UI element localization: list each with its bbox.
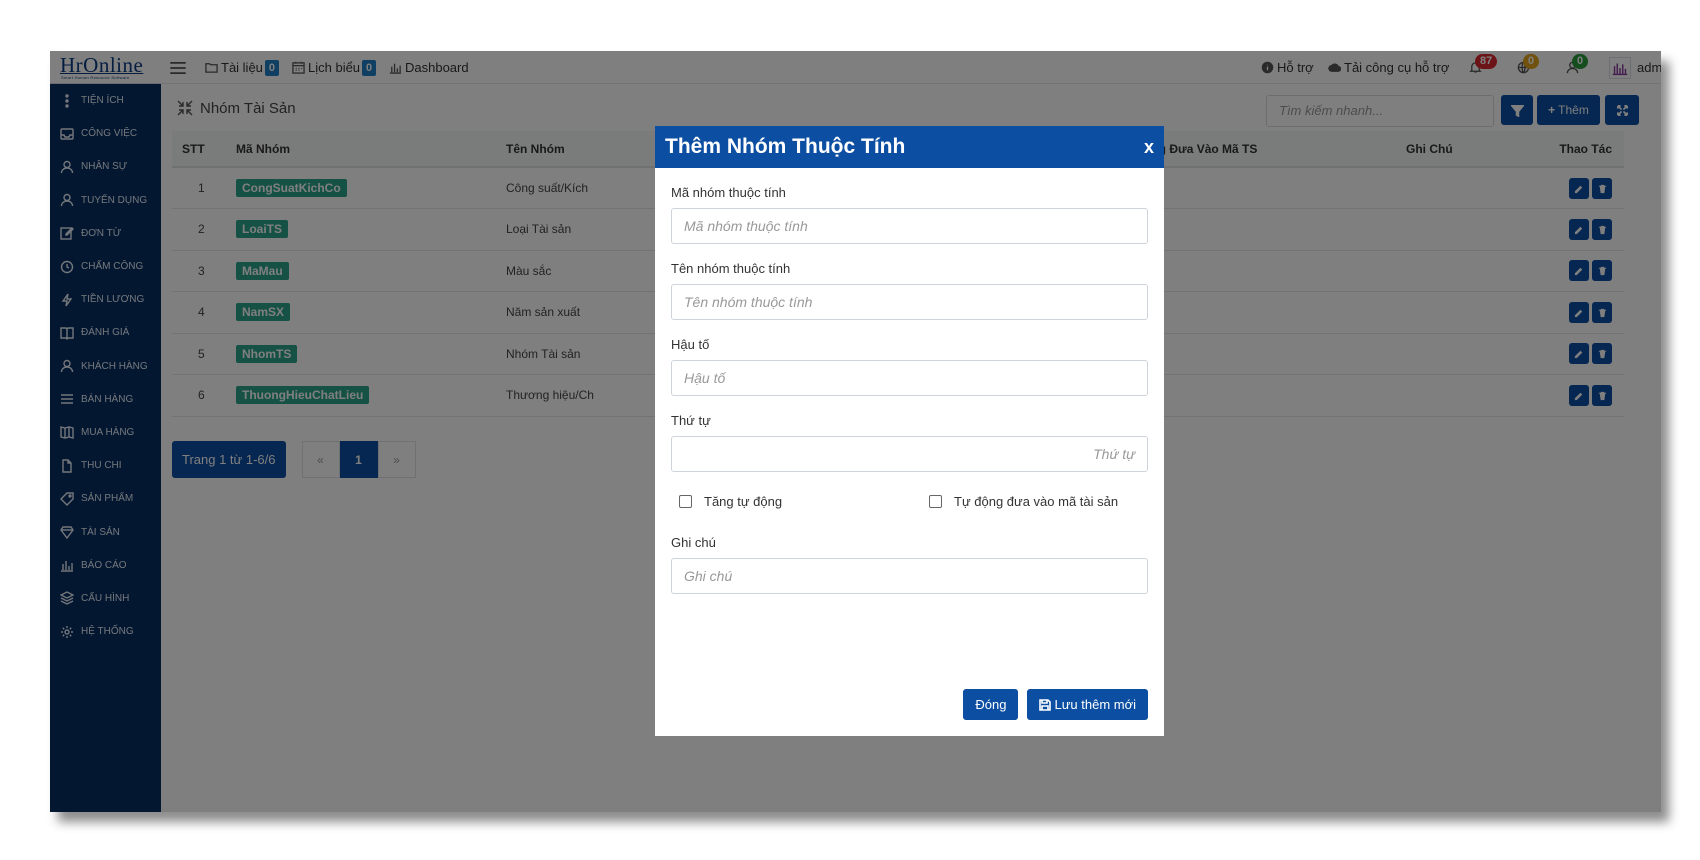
checkbox-box[interactable]	[929, 494, 942, 508]
thu-tu-label: Thứ tự	[671, 413, 711, 428]
add-attribute-group-modal: Thêm Nhóm Thuộc Tính x Mã nhóm thuộc tín…	[655, 126, 1164, 736]
modal-body: Mã nhóm thuộc tính Mã nhóm thuộc tính Tê…	[655, 185, 1164, 594]
ghi-chu-label: Ghi chú	[671, 535, 716, 550]
hau-to-label: Hậu tố	[671, 337, 710, 352]
checkbox-box[interactable]	[679, 494, 692, 508]
save-new-button[interactable]: Lưu thêm mới	[1027, 689, 1148, 720]
tu-dong-ma-label: Tự động đưa vào mã tài sản	[954, 493, 1119, 509]
modal-header: Thêm Nhóm Thuộc Tính x	[655, 126, 1164, 168]
hau-to-input[interactable]: Hậu tố	[671, 360, 1148, 396]
ten-nhom-input[interactable]: Tên nhóm thuộc tính	[671, 284, 1148, 320]
modal-footer: Đóng Lưu thêm mới	[963, 689, 1148, 720]
ma-nhom-label: Mã nhóm thuộc tính	[671, 185, 786, 200]
modal-title: Thêm Nhóm Thuộc Tính	[665, 135, 906, 158]
save-icon	[1039, 698, 1052, 711]
close-button[interactable]: Đóng	[963, 689, 1019, 720]
app-window: HrOnline Smart Human Resource Software T…	[50, 51, 1661, 812]
tang-tu-dong-checkbox[interactable]: Tăng tự động	[671, 494, 921, 509]
checkbox-row: Tăng tự động Tự động đưa vào mã tài sản	[671, 489, 1148, 513]
ma-nhom-input[interactable]: Mã nhóm thuộc tính	[671, 208, 1148, 244]
tang-tu-dong-label: Tăng tự động	[704, 493, 783, 509]
tu-dong-ma-checkbox[interactable]: Tự động đưa vào mã tài sản	[921, 494, 1118, 509]
ghi-chu-input[interactable]: Ghi chú	[671, 558, 1148, 594]
ten-nhom-label: Tên nhóm thuộc tính	[671, 261, 791, 276]
save-new-label: Lưu thêm mới	[1054, 697, 1136, 712]
close-icon[interactable]: x	[1144, 137, 1154, 158]
thu-tu-input[interactable]: Thứ tự	[671, 436, 1148, 472]
